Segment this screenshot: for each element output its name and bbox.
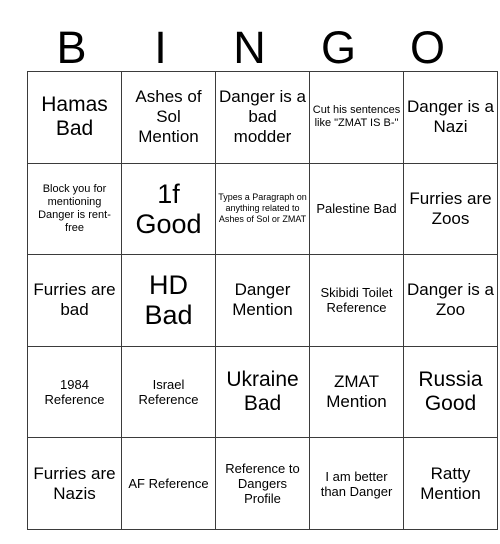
bingo-header: B I N G O xyxy=(27,14,472,71)
bingo-cell[interactable]: Ashes of Sol Mention xyxy=(121,71,216,164)
bingo-cell[interactable]: AF Reference xyxy=(121,437,216,530)
bingo-cell[interactable]: 1f Good xyxy=(121,162,216,256)
bingo-cell[interactable]: HD Bad xyxy=(121,254,216,347)
bingo-cell[interactable]: Types a Paragraph on anything related to… xyxy=(215,162,310,256)
bingo-cell[interactable]: Ratty Mention xyxy=(403,437,498,530)
bingo-cell[interactable]: Furries are Nazis xyxy=(27,437,122,530)
bingo-row: Block you for mentioning Danger is rent-… xyxy=(27,162,498,256)
bingo-cell[interactable]: Danger is a Zoo xyxy=(403,254,498,347)
bingo-cell[interactable]: Palestine Bad xyxy=(309,162,404,256)
bingo-cell[interactable]: Israel Reference xyxy=(121,345,216,439)
bingo-row: Hamas Bad Ashes of Sol Mention Danger is… xyxy=(27,71,498,164)
bingo-cell[interactable]: 1984 Reference xyxy=(27,345,122,439)
bingo-cell[interactable]: Danger is a bad modder xyxy=(215,71,310,164)
bingo-cell[interactable]: Reference to Dangers Profile xyxy=(215,437,310,530)
bingo-row: Furries are Nazis AF Reference Reference… xyxy=(27,437,498,530)
bingo-cell[interactable]: Hamas Bad xyxy=(27,71,122,164)
bingo-cell[interactable]: Ukraine Bad xyxy=(215,345,310,439)
bingo-cell[interactable]: Cut his sentences like "ZMAT IS B-" xyxy=(309,71,404,164)
bingo-cell[interactable]: Furries are bad xyxy=(27,254,122,347)
header-letter-o: O xyxy=(409,22,445,73)
bingo-cell[interactable]: I am better than Danger xyxy=(309,437,404,530)
bingo-cell[interactable]: Skibidi Toilet Reference xyxy=(309,254,404,347)
bingo-cell[interactable]: Danger is a Nazi xyxy=(403,71,498,164)
header-letter-i: I xyxy=(154,22,167,73)
bingo-grid: Hamas Bad Ashes of Sol Mention Danger is… xyxy=(27,71,498,530)
bingo-row: Furries are bad HD Bad Danger Mention Sk… xyxy=(27,254,498,347)
bingo-cell[interactable]: Russia Good xyxy=(403,345,498,439)
bingo-card: B I N G O Hamas Bad Ashes of Sol Mention… xyxy=(0,0,500,544)
bingo-cell[interactable]: Block you for mentioning Danger is rent-… xyxy=(27,162,122,256)
header-letter-g: G xyxy=(320,22,356,73)
bingo-cell[interactable]: ZMAT Mention xyxy=(309,345,404,439)
header-letter-n: N xyxy=(233,22,266,73)
bingo-cell[interactable]: Furries are Zoos xyxy=(403,162,498,256)
header-letter-b: B xyxy=(56,22,87,73)
bingo-row: 1984 Reference Israel Reference Ukraine … xyxy=(27,345,498,439)
bingo-cell[interactable]: Danger Mention xyxy=(215,254,310,347)
